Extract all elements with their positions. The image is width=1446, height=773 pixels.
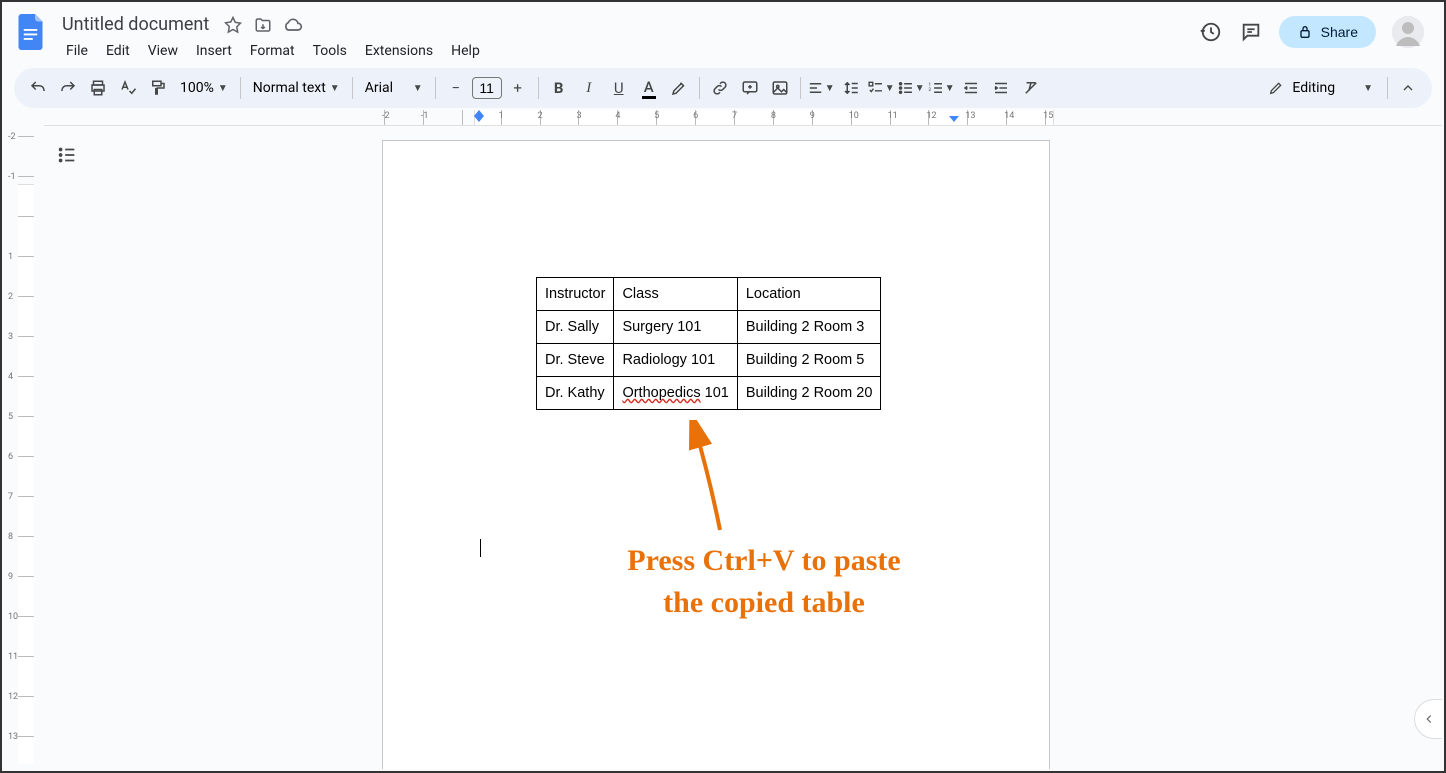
menu-help[interactable]: Help [443, 39, 488, 63]
docs-logo-icon[interactable] [14, 14, 50, 50]
line-spacing-button[interactable] [837, 74, 865, 102]
side-panel-toggle[interactable] [1414, 699, 1442, 739]
history-icon[interactable] [1199, 20, 1223, 44]
bold-button[interactable]: B [545, 74, 573, 102]
indent-increase-button[interactable] [987, 74, 1015, 102]
text-color-button[interactable]: A [635, 74, 663, 102]
underline-button[interactable]: U [605, 74, 633, 102]
share-button[interactable]: Share [1279, 16, 1376, 48]
font-size-decrease[interactable]: − [442, 74, 470, 102]
svg-text:2: 2 [928, 87, 931, 93]
comments-icon[interactable] [1239, 20, 1263, 44]
menu-view[interactable]: View [140, 39, 186, 63]
paint-format-button[interactable] [144, 74, 172, 102]
table-header-cell[interactable]: Class [614, 278, 737, 311]
collapse-toolbar-button[interactable] [1394, 74, 1422, 102]
document-page[interactable]: Instructor Class Location Dr. Sally Surg… [382, 140, 1050, 769]
indent-decrease-button[interactable] [957, 74, 985, 102]
table-cell[interactable]: Dr. Kathy [537, 377, 614, 410]
move-icon[interactable] [253, 15, 273, 35]
font-size-input[interactable] [472, 77, 502, 99]
star-icon[interactable] [223, 15, 243, 35]
table-row: Dr. Steve Radiology 101 Building 2 Room … [537, 344, 881, 377]
horizontal-ruler[interactable]: -2-1123456789101112131415 [44, 110, 1442, 126]
print-button[interactable] [84, 74, 112, 102]
paragraph-style-select[interactable]: Normal text▼ [247, 80, 346, 96]
font-size-increase[interactable]: + [504, 74, 532, 102]
table-row: Dr. Sally Surgery 101 Building 2 Room 3 [537, 311, 881, 344]
first-line-marker[interactable] [474, 116, 484, 122]
table-row: Instructor Class Location [537, 278, 881, 311]
menu-insert[interactable]: Insert [188, 39, 240, 63]
document-title[interactable]: Untitled document [58, 12, 213, 37]
zoom-select[interactable]: 100%▼ [174, 80, 234, 96]
redo-button[interactable] [54, 74, 82, 102]
align-button[interactable]: ▼ [807, 74, 835, 102]
editing-mode-select[interactable]: Editing ▼ [1260, 80, 1381, 96]
table-cell[interactable]: Building 2 Room 3 [737, 311, 881, 344]
account-avatar[interactable] [1392, 16, 1424, 48]
spellcheck-button[interactable] [114, 74, 142, 102]
vertical-ruler[interactable]: -2-112345678910111213 [4, 126, 44, 769]
right-indent-marker[interactable] [949, 116, 959, 122]
table-header-cell[interactable]: Location [737, 278, 881, 311]
menu-extensions[interactable]: Extensions [357, 39, 441, 63]
clear-format-button[interactable] [1017, 74, 1045, 102]
table-cell[interactable]: Radiology 101 [614, 344, 737, 377]
table-cell[interactable]: Surgery 101 [614, 311, 737, 344]
table-cell[interactable]: Dr. Steve [537, 344, 614, 377]
checklist-button[interactable]: ▼ [867, 74, 895, 102]
table-header-cell[interactable]: Instructor [537, 278, 614, 311]
table-cell[interactable]: Dr. Sally [537, 311, 614, 344]
cloud-status-icon[interactable] [283, 15, 303, 35]
highlight-button[interactable] [665, 74, 693, 102]
numbered-list-button[interactable]: 12▼ [927, 74, 955, 102]
menu-format[interactable]: Format [242, 39, 303, 63]
menubar: File Edit View Insert Format Tools Exten… [58, 39, 1199, 63]
document-outline-button[interactable] [52, 140, 82, 170]
undo-button[interactable] [24, 74, 52, 102]
menu-tools[interactable]: Tools [305, 39, 355, 63]
bullet-list-button[interactable]: ▼ [897, 74, 925, 102]
insert-link-button[interactable] [706, 74, 734, 102]
font-select[interactable]: Arial▼ [359, 80, 429, 96]
table-cell[interactable]: Orthopedics 101 [614, 377, 737, 410]
table-cell[interactable]: Building 2 Room 5 [737, 344, 881, 377]
menu-edit[interactable]: Edit [98, 39, 138, 63]
text-cursor [480, 539, 481, 557]
italic-button[interactable]: I [575, 74, 603, 102]
toolbar: 100%▼ Normal text▼ Arial▼ − + B I U A ▼ … [14, 68, 1432, 108]
table-row: Dr. Kathy Orthopedics 101 Building 2 Roo… [537, 377, 881, 410]
table-cell[interactable]: Building 2 Room 20 [737, 377, 881, 410]
insert-image-button[interactable] [766, 74, 794, 102]
insert-comment-button[interactable] [736, 74, 764, 102]
menu-file[interactable]: File [58, 39, 96, 63]
share-label: Share [1321, 24, 1358, 40]
document-table[interactable]: Instructor Class Location Dr. Sally Surg… [536, 277, 881, 410]
